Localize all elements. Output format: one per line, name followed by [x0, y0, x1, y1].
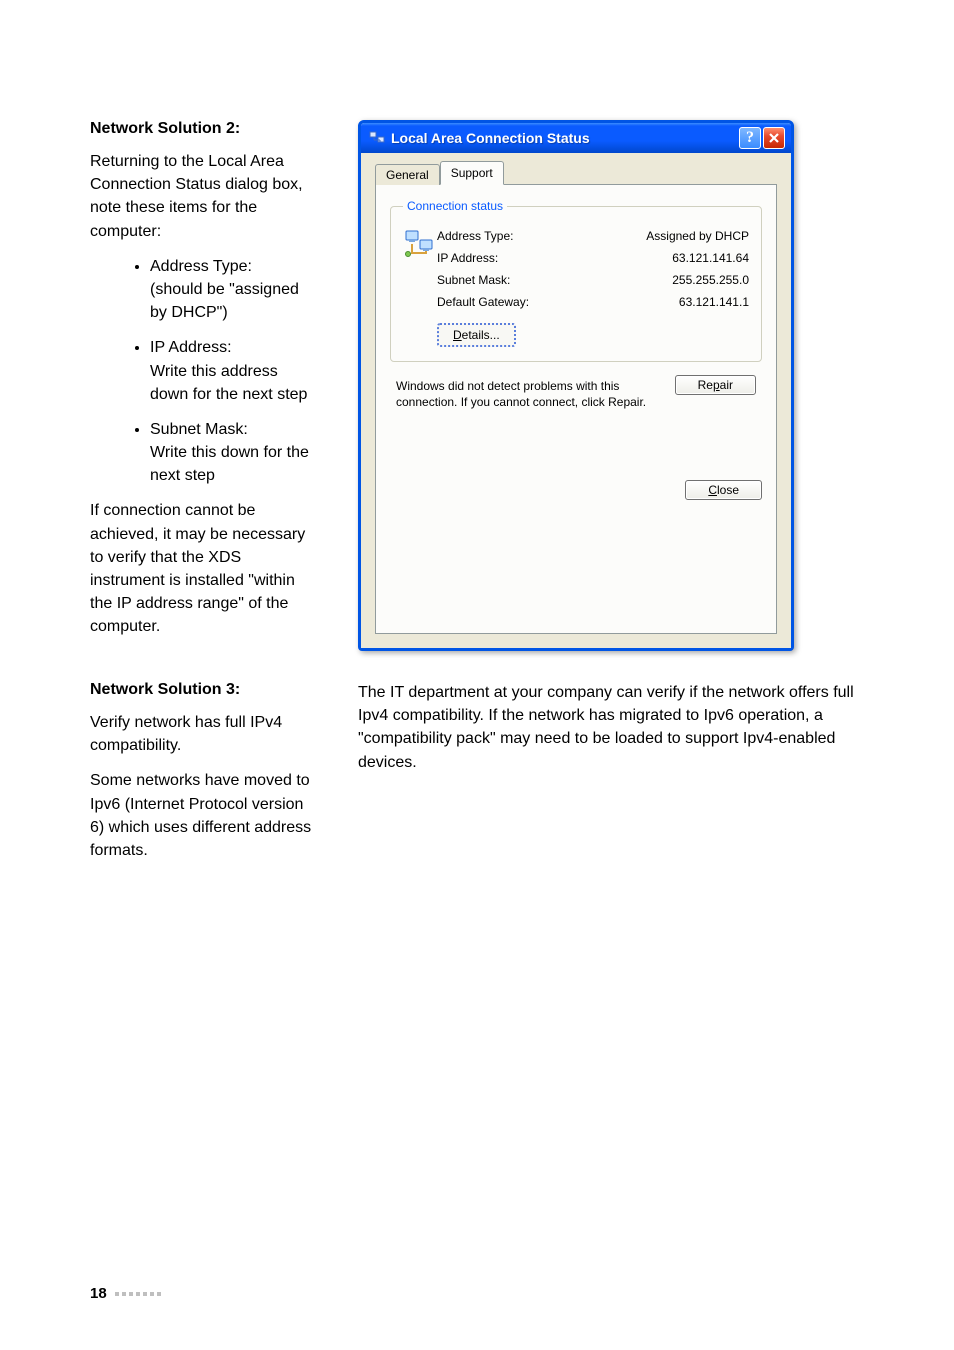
dialog-title: Local Area Connection Status — [391, 130, 739, 146]
dialog-titlebar[interactable]: Local Area Connection Status ? — [361, 123, 791, 153]
solution2-outro: If connection cannot be achieved, it may… — [90, 499, 318, 638]
solution3-p1: Verify network has full IPv4 compatibili… — [90, 711, 318, 757]
page-number: 18 — [90, 1285, 107, 1302]
repair-text: Windows did not detect problems with thi… — [396, 378, 651, 410]
repair-button[interactable]: Repair — [675, 375, 756, 395]
ip-label: IP Address: — [437, 251, 498, 265]
gateway-label: Default Gateway: — [437, 295, 529, 309]
bullet1-title: Address Type: — [150, 258, 252, 275]
solution2-bullets: Address Type: (should be "assigned by DH… — [90, 255, 318, 488]
addrtype-label: Address Type: — [437, 229, 514, 243]
subnet-label: Subnet Mask: — [437, 273, 510, 287]
bullet3-title: Subnet Mask: — [150, 421, 248, 438]
ip-value: 63.121.141.64 — [672, 251, 749, 265]
connection-status-group: Connection status — [390, 199, 762, 362]
page-footer: 18 — [90, 1285, 161, 1302]
bullet3-desc: Write this down for the next step — [150, 444, 309, 484]
network-icon — [369, 130, 385, 146]
bullet1-desc: (should be "assigned by DHCP") — [150, 281, 299, 321]
connection-status-legend: Connection status — [403, 199, 507, 213]
bullet2-title: IP Address: — [150, 339, 232, 356]
gateway-value: 63.121.141.1 — [679, 295, 749, 309]
solution2-heading: Network Solution 2: — [90, 120, 318, 138]
help-button[interactable]: ? — [739, 127, 761, 149]
tab-general[interactable]: General — [375, 164, 440, 185]
solution3-p2: Some networks have moved to Ipv6 (Intern… — [90, 769, 318, 862]
bullet2-desc: Write this address down for the next ste… — [150, 363, 307, 403]
close-button[interactable]: Close — [685, 480, 762, 500]
solution3-heading: Network Solution 3: — [90, 681, 318, 699]
addrtype-value: Assigned by DHCP — [646, 229, 749, 243]
close-x-button[interactable] — [763, 127, 785, 149]
tab-support[interactable]: Support — [440, 161, 504, 185]
connection-status-dialog: Local Area Connection Status ? Gene — [358, 120, 794, 651]
details-button[interactable]: Details... — [437, 323, 516, 347]
solution3-right: The IT department at your company can ve… — [358, 681, 864, 774]
footer-dots-icon — [115, 1292, 161, 1296]
status-icon — [403, 225, 437, 262]
subnet-value: 255.255.255.0 — [672, 273, 749, 287]
solution2-intro: Returning to the Local Area Connection S… — [90, 150, 318, 243]
